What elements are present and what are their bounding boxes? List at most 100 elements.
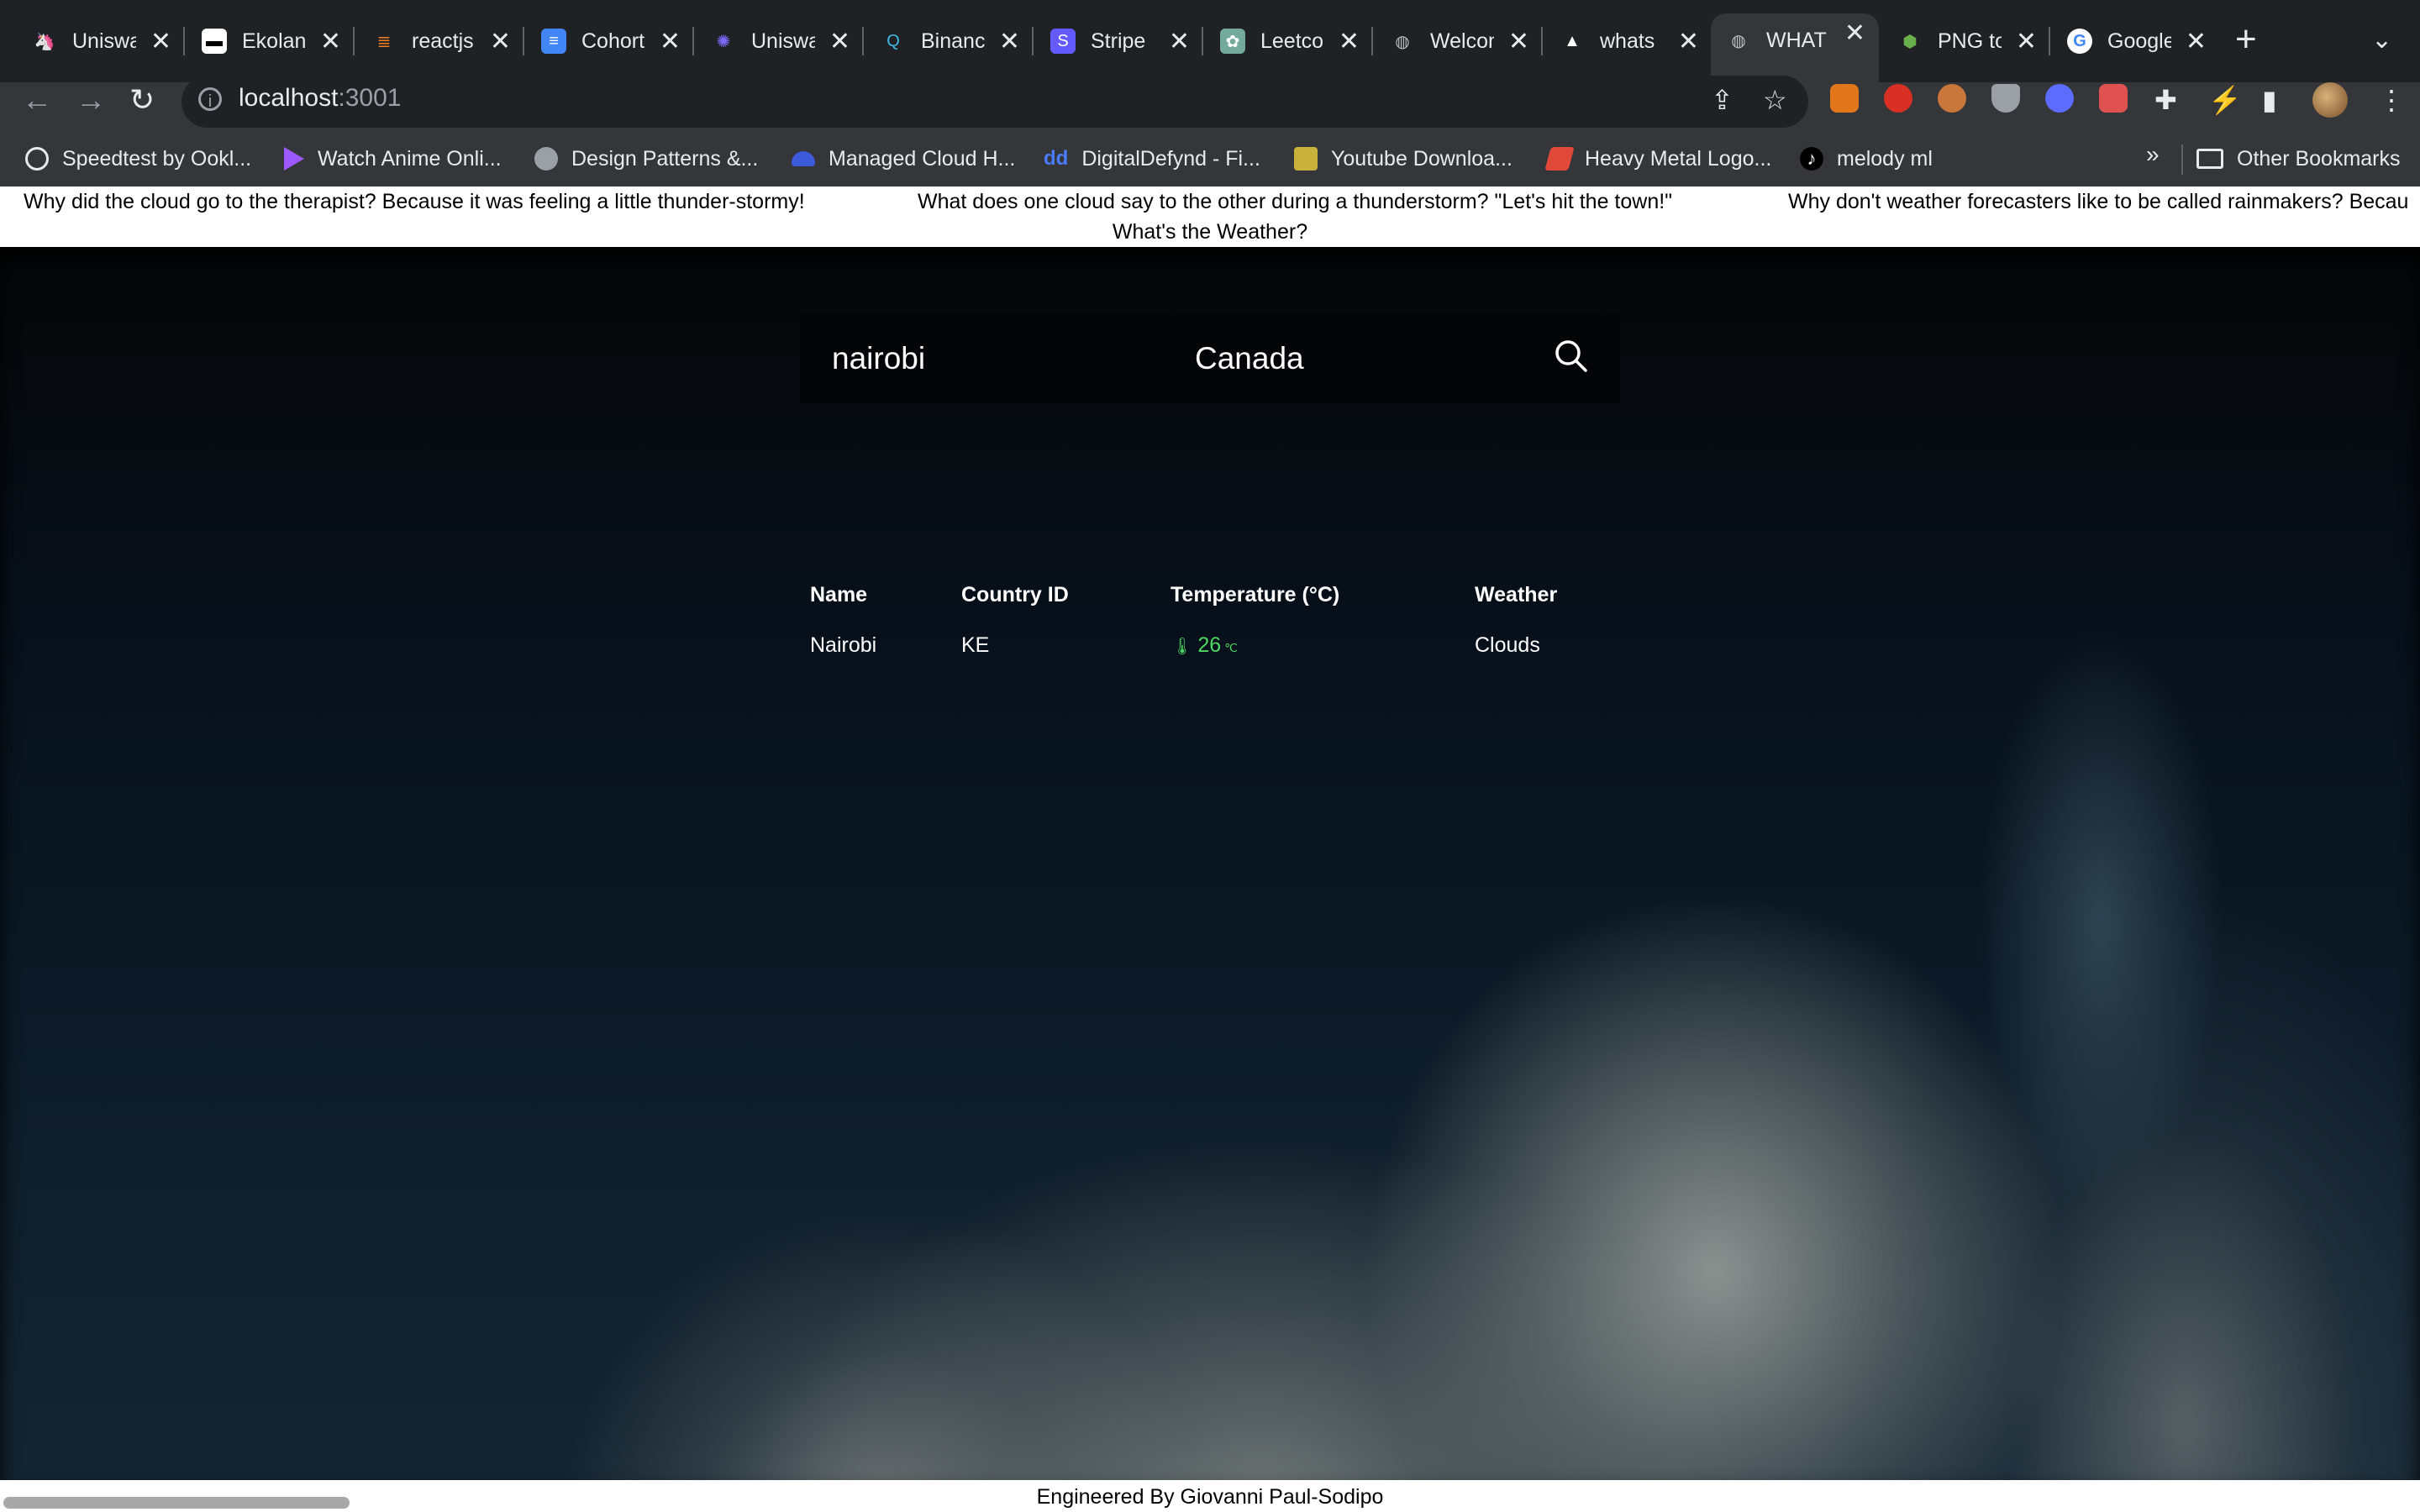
country-input[interactable] [1193,324,1516,393]
bookmark-label: Design Patterns &... [571,146,759,171]
tab-title: reactjs [412,29,474,53]
forward-arrow-icon[interactable]: → [76,82,106,118]
bookmark-label: Other Bookmarks [2237,146,2401,171]
address-url[interactable]: localhost:3001 [239,84,401,113]
bookmark-item[interactable]: ♪ melody ml [1800,144,1933,173]
globe-favicon-icon: ◍ [1395,32,1410,51]
reload-icon[interactable]: ↻ [129,82,155,118]
png-favicon-icon: ⬢ [1902,32,1918,51]
chatgpt-favicon-icon: ✿ [1220,29,1245,54]
tab[interactable]: S Stripe ✕ [1035,15,1203,67]
tab-title: Welcome [1430,29,1494,53]
tab-title: Binance [921,29,985,53]
profile-avatar[interactable] [2312,82,2348,118]
weather-hero-background: Name Country ID Temperature (°C) Weather… [0,247,2420,1480]
side-panel-icon[interactable]: ▮ [2262,84,2277,116]
uniswap-gear-favicon-icon: ✺ [716,32,731,51]
tab[interactable]: ▲ whats ✕ [1544,15,1712,67]
close-tab-icon[interactable]: ✕ [490,27,511,56]
close-tab-icon[interactable]: ✕ [2016,27,2037,56]
page-title: What's the Weather? [1112,220,1308,244]
close-tab-icon[interactable]: ✕ [660,27,681,56]
download-icon [1294,147,1318,171]
new-tab-plus-icon[interactable]: + [2235,18,2257,60]
tab-title: Uniswap [751,29,815,53]
cell-name: Nairobi [810,633,877,657]
tab[interactable]: ✺ Uniswap ✕ [696,15,864,67]
bookmark-item[interactable]: Watch Anime Onli... [284,144,502,173]
gear-extension-icon[interactable] [2045,84,2074,113]
tab[interactable]: 🦄 Uniswap ✕ [17,15,185,67]
bookmark-item[interactable]: dd DigitalDefynd - Fi... [1044,144,1260,173]
kebab-menu-icon[interactable]: ⋮ [2378,84,2405,116]
speedtest-icon [25,147,49,171]
performance-icon[interactable]: ⚡ [2208,84,2242,116]
bookmark-item[interactable]: Managed Cloud H... [792,144,1015,173]
globe-icon [534,147,558,171]
digitaldefynd-icon: dd [1044,147,1069,170]
folder-icon [2196,149,2223,169]
city-input[interactable] [830,324,1153,393]
metamask-extension-icon[interactable] [1830,84,1859,113]
bookmark-item[interactable]: Heavy Metal Logo... [1544,144,1772,173]
search-button[interactable] [1551,336,1591,376]
bookmark-label: Youtube Downloa... [1331,146,1512,171]
tab-active[interactable]: ◍ WHAT ✕ [1711,13,1879,82]
horizontal-scrollbar[interactable] [3,1497,350,1509]
thermometer-icon: 🌡 [1171,638,1193,656]
site-info-icon[interactable]: i [198,87,222,111]
screenshot-extension-icon[interactable] [2099,84,2128,113]
header-country-id: Country ID [961,583,1069,606]
close-tab-icon[interactable]: ✕ [2186,27,2207,56]
tab-search-chevron-icon[interactable]: ⌄ [2371,25,2392,55]
close-tab-icon[interactable]: ✕ [1844,18,1865,48]
close-tab-icon[interactable]: ✕ [829,27,850,56]
binance-favicon-icon: Q [886,31,900,50]
tab[interactable]: Q Binance ✕ [865,15,1034,67]
close-tab-icon[interactable]: ✕ [150,27,171,56]
tab[interactable]: ≣ reactjs ✕ [356,15,524,67]
cookie-extension-icon[interactable] [1938,84,1966,113]
close-tab-icon[interactable]: ✕ [1169,27,1190,56]
tab-title: PNG to [1938,29,2002,53]
more-bookmarks-chevron-icon[interactable]: » [2146,141,2160,168]
close-tab-icon[interactable]: ✕ [320,27,341,56]
close-tab-icon[interactable]: ✕ [1339,27,1360,56]
puzzle-extensions-icon[interactable]: ✚ [2154,84,2177,116]
joke-text: What does one cloud say to the other dur… [918,190,1673,213]
tab-title: whats [1600,29,1655,53]
close-tab-icon[interactable]: ✕ [1678,27,1699,56]
shield-extension-icon[interactable] [1991,84,2020,113]
cell-weather: Clouds [1475,633,1540,657]
bookmark-item[interactable]: Design Patterns &... [534,144,758,173]
tab[interactable]: ✿ Leetcode ✕ [1205,15,1373,67]
bookmark-star-icon[interactable]: ☆ [1763,84,1787,116]
close-tab-icon[interactable]: ✕ [999,27,1020,56]
bookmark-label: melody ml [1837,146,1933,171]
bookmark-label: Heavy Metal Logo... [1585,146,1772,171]
tab[interactable]: ◍ Welcome ✕ [1375,15,1543,67]
url-host: localhost [239,84,339,112]
address-bar[interactable] [182,76,1808,128]
cloud-icon [792,151,815,166]
header-temperature: Temperature (°C) [1171,583,1340,606]
tab[interactable]: G Google ✕ [2052,15,2220,67]
back-arrow-icon[interactable]: ← [22,82,52,118]
tab-title: Google [2107,29,2171,53]
tab-title: Stripe [1091,29,1146,53]
docs-favicon-icon: ≡ [541,29,566,54]
ekolance-favicon-icon: ▬ [202,29,227,54]
tab[interactable]: ⬢ PNG to ✕ [1882,15,2050,67]
other-bookmarks-folder[interactable]: Other Bookmarks [2196,144,2401,173]
share-icon[interactable]: ⇪ [1711,84,1733,116]
bookmark-item[interactable]: Youtube Downloa... [1294,144,1512,173]
joke-text: Why did the cloud go to the therapist? B… [24,190,805,213]
close-tab-icon[interactable]: ✕ [1508,27,1529,56]
adblock-extension-icon[interactable] [1884,84,1912,113]
jokes-marquee: Why did the cloud go to the therapist? B… [0,186,2420,220]
bookmark-item[interactable]: Speedtest by Ookl... [25,144,251,173]
tab[interactable]: ▬ Ekolance ✕ [187,15,355,67]
header-name: Name [810,583,868,606]
tab-title: Cohort [581,29,645,53]
tab[interactable]: ≡ Cohort ✕ [526,15,694,67]
